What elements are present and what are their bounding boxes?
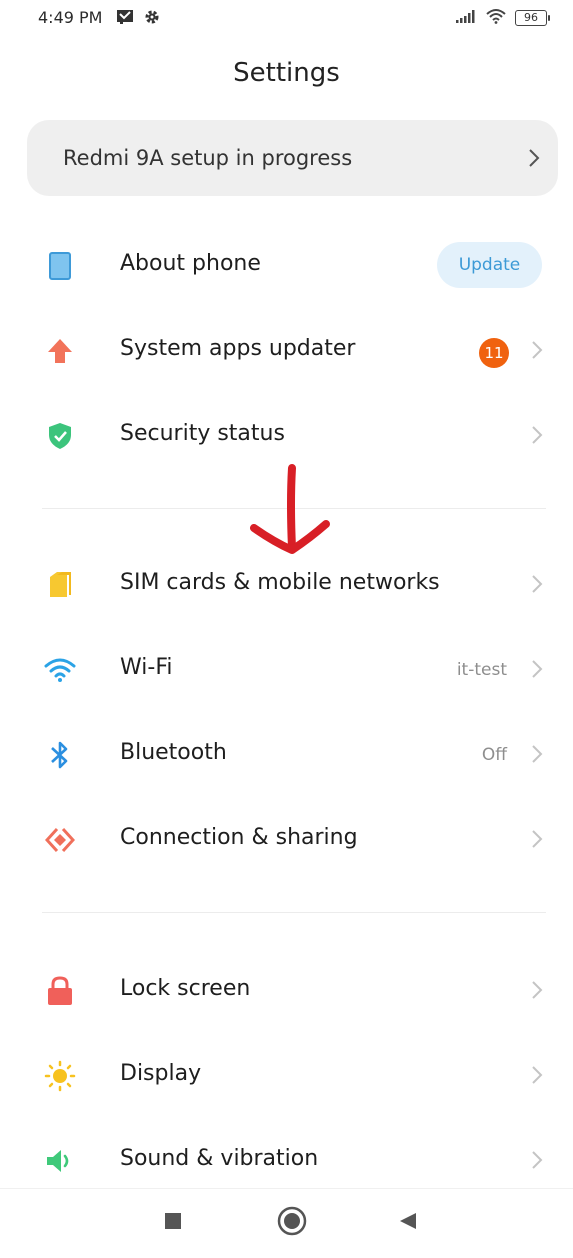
- message-icon: [116, 9, 134, 29]
- status-bar: 4:49 PM 96: [0, 0, 573, 40]
- navigation-bar: [0, 1188, 573, 1258]
- setup-banner[interactable]: Redmi 9A setup in progress: [27, 120, 558, 196]
- chevron-right-icon: [531, 659, 543, 683]
- sun-icon: [44, 1060, 76, 1092]
- speaker-icon: [44, 1146, 76, 1176]
- settings-item-label: Security status: [120, 421, 285, 446]
- settings-item-label: Lock screen: [120, 976, 251, 1001]
- setup-banner-text: Redmi 9A setup in progress: [63, 146, 353, 170]
- settings-item-sound-vibration[interactable]: Sound & vibration: [0, 1125, 573, 1195]
- wifi-icon: [44, 655, 76, 685]
- shield-check-icon: [44, 421, 76, 451]
- wifi-network-value: it-test: [456, 660, 507, 680]
- settings-item-lock-screen[interactable]: Lock screen: [0, 955, 573, 1025]
- wifi-icon: [485, 8, 507, 28]
- settings-item-bluetooth[interactable]: Bluetooth Off: [0, 719, 573, 789]
- settings-item-label: System apps updater: [120, 336, 356, 361]
- settings-item-label: Sound & vibration: [120, 1146, 319, 1171]
- recents-square-icon[interactable]: [163, 1211, 183, 1235]
- arrow-up-icon: [44, 336, 76, 366]
- settings-item-security-status[interactable]: Security status: [0, 400, 573, 470]
- chevron-right-icon: [531, 980, 543, 1004]
- red-arrow-down-icon: [248, 462, 332, 562]
- settings-item-label: Display: [120, 1061, 202, 1086]
- chevron-right-icon: [528, 148, 540, 172]
- lock-icon: [44, 976, 76, 1006]
- update-button[interactable]: Update: [437, 242, 542, 288]
- status-time: 4:49 PM: [38, 8, 103, 27]
- status-right-icons: 96: [455, 8, 550, 28]
- chevron-right-icon: [531, 1150, 543, 1174]
- settings-item-label: SIM cards & mobile networks: [120, 570, 440, 595]
- back-triangle-icon[interactable]: [398, 1211, 418, 1235]
- settings-item-system-apps-updater[interactable]: System apps updater 11: [0, 315, 573, 385]
- settings-item-sim-cards[interactable]: SIM cards & mobile networks: [0, 549, 573, 619]
- phone-icon: [44, 251, 76, 281]
- settings-item-label: Bluetooth: [120, 740, 227, 765]
- sim-card-icon: [44, 570, 76, 600]
- settings-screen: 4:49 PM 96 Settings Redmi 9A setup in pr…: [0, 0, 573, 1258]
- gear-icon: [144, 9, 160, 29]
- settings-item-label: Connection & sharing: [120, 825, 358, 850]
- chevron-right-icon: [531, 574, 543, 598]
- chevron-right-icon: [531, 1065, 543, 1089]
- status-left-icons: [116, 9, 160, 29]
- chevron-right-icon: [531, 340, 543, 364]
- bluetooth-icon: [44, 740, 76, 770]
- settings-item-connection-sharing[interactable]: Connection & sharing: [0, 804, 573, 874]
- section-divider: [42, 912, 546, 913]
- update-count-badge: 11: [479, 338, 509, 368]
- home-circle-icon[interactable]: [277, 1206, 307, 1240]
- chevron-right-icon: [531, 744, 543, 768]
- settings-item-label: About phone: [120, 251, 261, 276]
- chevron-right-icon: [531, 829, 543, 853]
- settings-item-about-phone[interactable]: About phone Update: [0, 230, 573, 300]
- bluetooth-state-value: Off: [481, 745, 507, 765]
- settings-item-label: Wi-Fi: [120, 655, 173, 680]
- connection-sharing-icon: [44, 825, 76, 855]
- signal-icon: [455, 9, 477, 28]
- page-title: Settings: [233, 58, 340, 88]
- chevron-right-icon: [531, 425, 543, 449]
- settings-item-wifi[interactable]: Wi-Fi it-test: [0, 634, 573, 704]
- settings-item-display[interactable]: Display: [0, 1040, 573, 1110]
- battery-icon: 96: [515, 10, 550, 26]
